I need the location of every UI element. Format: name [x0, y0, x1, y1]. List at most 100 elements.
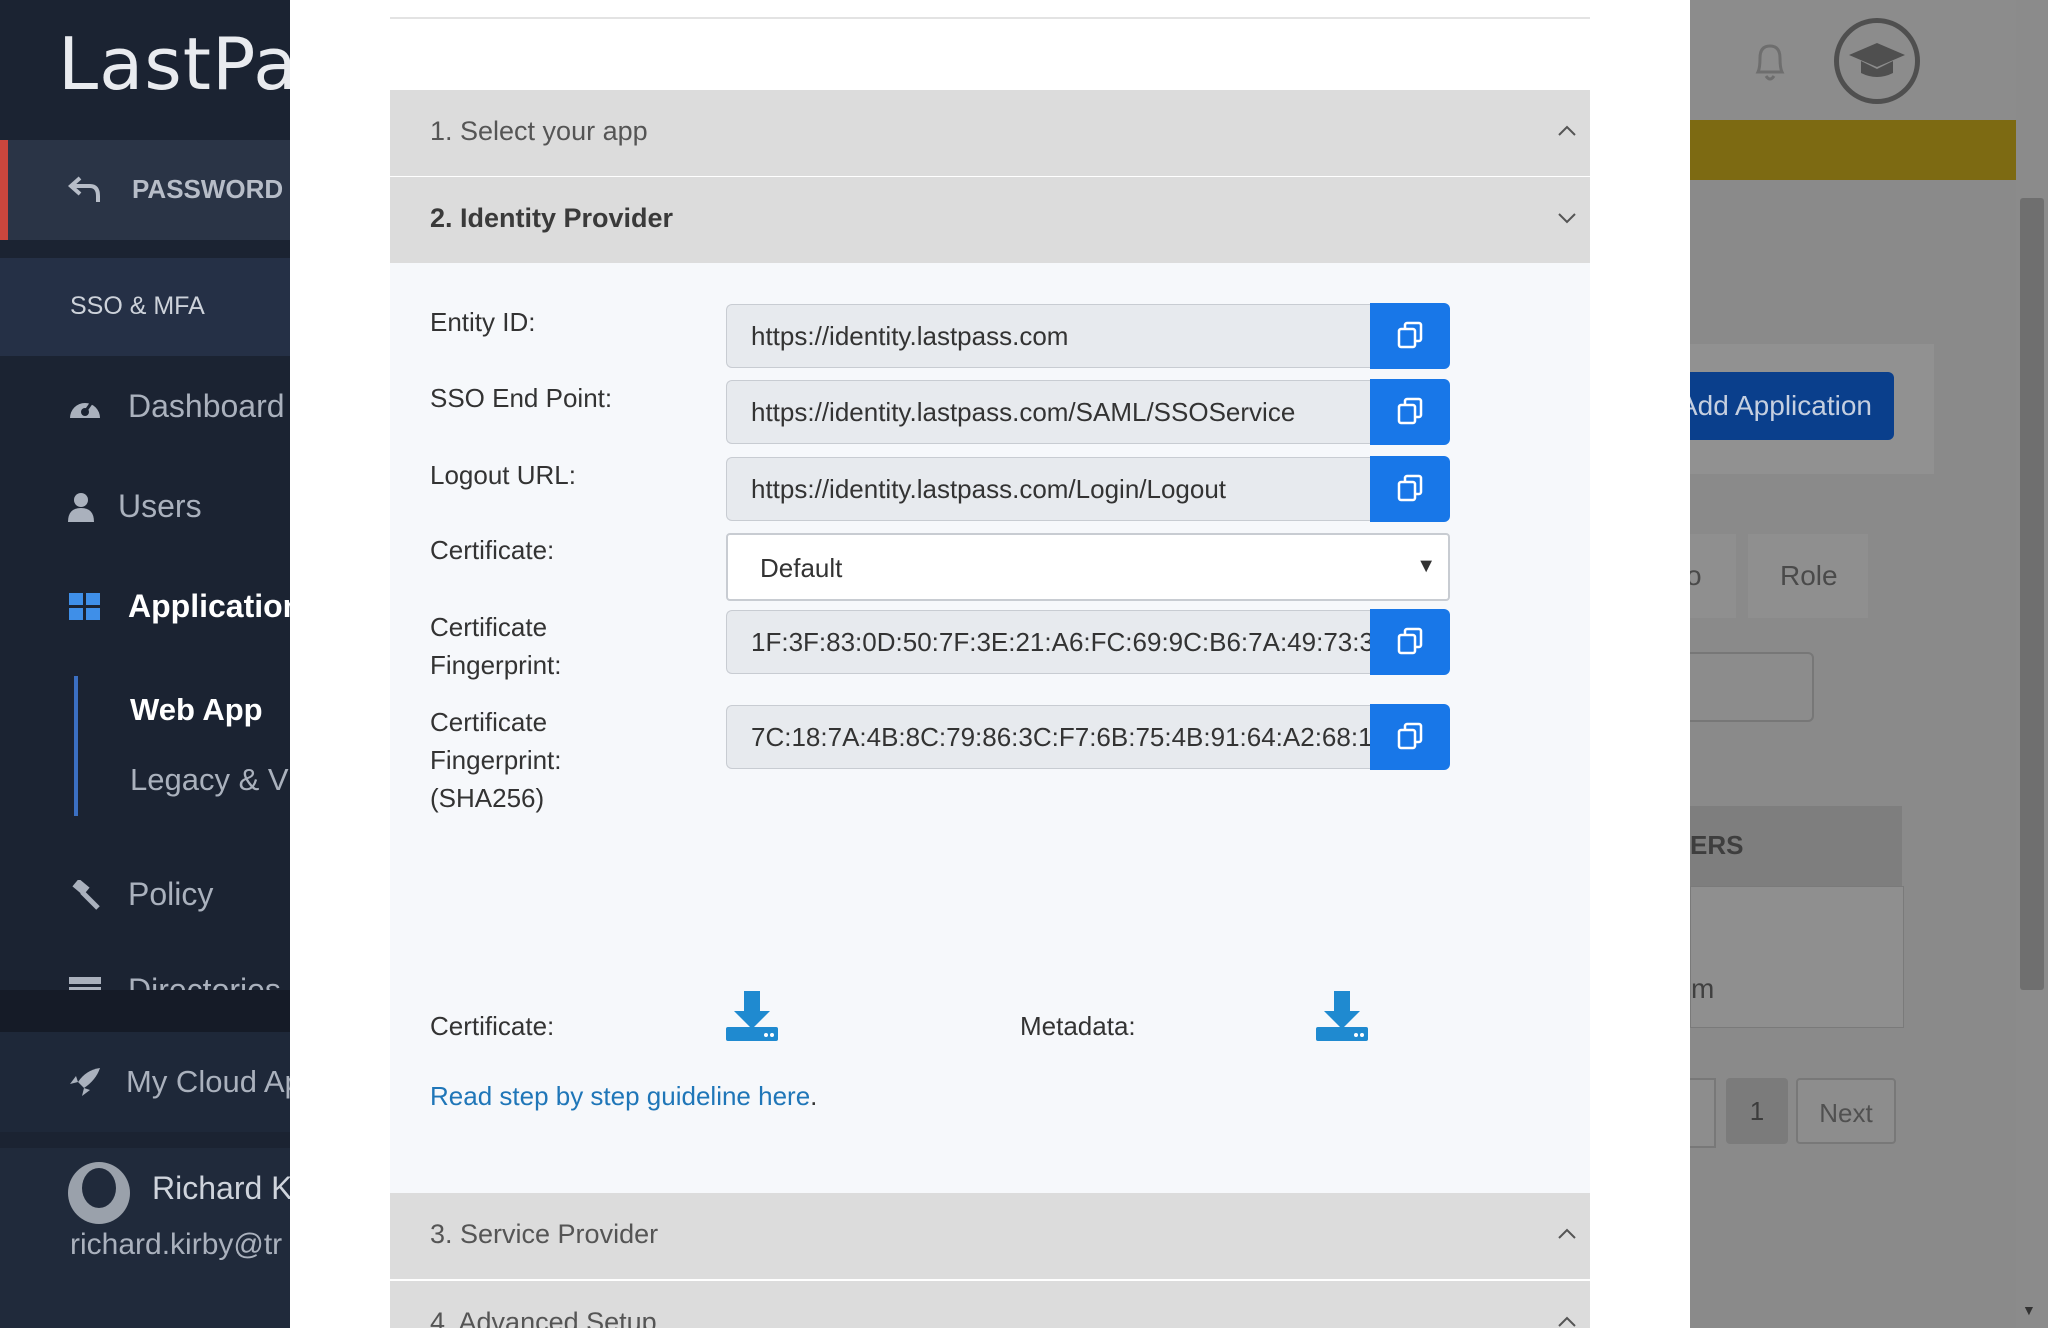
list-icon	[69, 977, 101, 990]
accordion-title: 2. Identity Provider	[430, 203, 674, 233]
copy-icon	[1397, 627, 1423, 655]
section-label: SSO & MFA	[70, 292, 205, 320]
download-metadata-icon[interactable]	[1314, 989, 1370, 1043]
sidebar-item-label: My Cloud Ap	[126, 1064, 302, 1099]
fingerprint-field[interactable]: 1F:3F:83:0D:50:7F:3E:21:A6:FC:69:9C:B6:7…	[726, 610, 1370, 674]
download-metadata-label: Metadata:	[1020, 1011, 1136, 1041]
logout-url-field[interactable]: https://identity.lastpass.com/Login/Logo…	[726, 457, 1370, 521]
sso-end-point-value: https://identity.lastpass.com/SAML/SSOSe…	[751, 397, 1296, 427]
certificate-label: Certificate:	[430, 535, 555, 565]
logout-url-value: https://identity.lastpass.com/Login/Logo…	[751, 474, 1227, 504]
table-row[interactable]: m	[1690, 886, 1904, 1028]
accordion-title: 3. Service Provider	[430, 1219, 659, 1249]
graduation-cap-icon	[1849, 43, 1905, 77]
sidebar: LastPas PASSWORD MA SSO & MFA Dashboard …	[0, 0, 336, 1328]
sidebar-user: Richard Ki richard.kirby@tr	[0, 1148, 300, 1328]
certificate-select[interactable]: Default ▼	[726, 533, 1450, 601]
scroll-down-arrow[interactable]: ▼	[2022, 1302, 2036, 1318]
sidebar-item-label: Users	[118, 488, 202, 524]
back-arrow-icon	[68, 176, 100, 202]
bell-icon[interactable]	[1750, 40, 1790, 84]
sidebar-item-label: Policy	[128, 876, 214, 912]
pagination-previous[interactable]	[1690, 1078, 1716, 1148]
pagination-next[interactable]: Next	[1796, 1078, 1896, 1144]
sidebar-section-sso-mfa: SSO & MFA	[0, 258, 290, 356]
search-input[interactable]	[1690, 652, 1814, 722]
sidebar-item-applications[interactable]: Applications	[0, 576, 320, 636]
logout-url-label: Logout URL:	[430, 460, 576, 490]
fingerprint-sha256-label-line: Certificate	[430, 707, 548, 737]
copy-icon	[1397, 321, 1423, 349]
certificate-selected: Default	[760, 553, 843, 583]
entity-id-label: Entity ID:	[430, 307, 536, 337]
gavel-icon	[72, 880, 100, 910]
learning-center-button[interactable]	[1834, 18, 1920, 104]
notice-banner	[1690, 120, 2016, 180]
sidebar-item-my-cloud-apps[interactable]: My Cloud Ap	[0, 1032, 302, 1132]
guideline-link[interactable]: Read step by step guideline here	[430, 1081, 810, 1111]
accordion-service-provider[interactable]: 3. Service Provider	[390, 1193, 1590, 1279]
sidebar-subitem-legacy-vpn[interactable]: Legacy & VP	[130, 762, 309, 798]
accordion-advanced-setup[interactable]: 4. Advanced Setup	[390, 1281, 1590, 1328]
accordion-identity-provider[interactable]: 2. Identity Provider	[390, 177, 1590, 263]
fingerprint-sha256-label-line: (SHA256)	[430, 783, 545, 813]
sso-end-point-label: SSO End Point:	[430, 383, 613, 413]
fingerprint-sha256-label: Certificate Fingerprint: (SHA256)	[430, 703, 562, 817]
sso-end-point-field[interactable]: https://identity.lastpass.com/SAML/SSOSe…	[726, 380, 1370, 444]
grid-icon	[69, 593, 100, 620]
accordion-select-app[interactable]: 1. Select your app	[390, 90, 1590, 176]
fingerprint-label-line: Certificate	[430, 612, 548, 642]
copy-logout-url-button[interactable]	[1370, 456, 1450, 522]
copy-fingerprint-sha256-button[interactable]	[1370, 704, 1450, 770]
rocket-icon	[70, 1068, 100, 1096]
sidebar-item-directories[interactable]: Directories	[0, 960, 290, 990]
chevron-up-icon	[1558, 125, 1576, 136]
scrollbar-thumb[interactable]	[2020, 198, 2044, 990]
sidebar-item-users[interactable]: Users	[0, 476, 290, 536]
sidebar-item-label: Dashboard	[128, 388, 285, 424]
back-to-password-manager[interactable]: PASSWORD MA	[0, 140, 331, 240]
accordion-title: 4. Advanced Setup	[430, 1307, 657, 1328]
user-email: richard.kirby@tr	[70, 1228, 283, 1261]
entity-id-value: https://identity.lastpass.com	[751, 321, 1069, 351]
chevron-down-icon	[1558, 213, 1576, 224]
submenu-indicator	[74, 676, 78, 816]
add-application-modal: 1. Select your app 2. Identity Provider …	[290, 0, 1690, 1328]
pagination-page-1[interactable]: 1	[1726, 1078, 1788, 1144]
user-icon	[68, 493, 94, 522]
guideline-suffix: .	[810, 1081, 818, 1111]
sidebar-item-policy[interactable]: Policy	[0, 864, 290, 924]
download-certificate-icon[interactable]	[724, 989, 780, 1043]
fingerprint-sha256-label-line: Fingerprint:	[430, 745, 562, 775]
dashboard-icon	[70, 401, 100, 418]
dropdown-arrow-icon: ▼	[1416, 555, 1436, 577]
fingerprint-sha256-field[interactable]: 7C:18:7A:4B:8C:79:86:3C:F7:6B:75:4B:91:6…	[726, 705, 1370, 769]
sidebar-subitem-web-app[interactable]: Web App	[130, 692, 263, 728]
copy-entity-id-button[interactable]	[1370, 303, 1450, 369]
guideline-text: Read step by step guideline here.	[430, 1081, 817, 1112]
copy-fingerprint-button[interactable]	[1370, 609, 1450, 675]
accordion-title: 1. Select your app	[430, 116, 648, 146]
fingerprint-label: Certificate Fingerprint:	[430, 608, 562, 684]
table-cell: m	[1691, 973, 1715, 1004]
copy-icon	[1397, 474, 1423, 502]
sidebar-item-dashboard[interactable]: Dashboard	[0, 376, 290, 436]
chevron-up-icon	[1558, 1228, 1576, 1239]
fingerprint-label-line: Fingerprint:	[430, 650, 562, 680]
fingerprint-value: 1F:3F:83:0D:50:7F:3E:21:A6:FC:69:9C:B6:7…	[751, 627, 1370, 657]
table-header: ERS	[1690, 806, 1902, 886]
copy-sso-end-point-button[interactable]	[1370, 379, 1450, 445]
sidebar-item-label: Directories	[128, 972, 281, 990]
avatar	[68, 1162, 130, 1224]
chevron-up-icon	[1558, 1316, 1576, 1327]
copy-icon	[1397, 722, 1423, 750]
identity-provider-panel: Entity ID: https://identity.lastpass.com…	[390, 263, 1590, 1193]
fingerprint-sha256-value: 7C:18:7A:4B:8C:79:86:3C:F7:6B:75:4B:91:6…	[751, 722, 1370, 752]
sidebar-divider	[0, 990, 290, 1032]
download-certificate-label: Certificate:	[430, 1011, 555, 1041]
copy-icon	[1397, 397, 1423, 425]
divider	[390, 17, 1590, 19]
entity-id-field[interactable]: https://identity.lastpass.com	[726, 304, 1370, 368]
tab-role-label: Role	[1780, 560, 1838, 591]
add-application-button[interactable]: Add Application	[1666, 372, 1894, 440]
